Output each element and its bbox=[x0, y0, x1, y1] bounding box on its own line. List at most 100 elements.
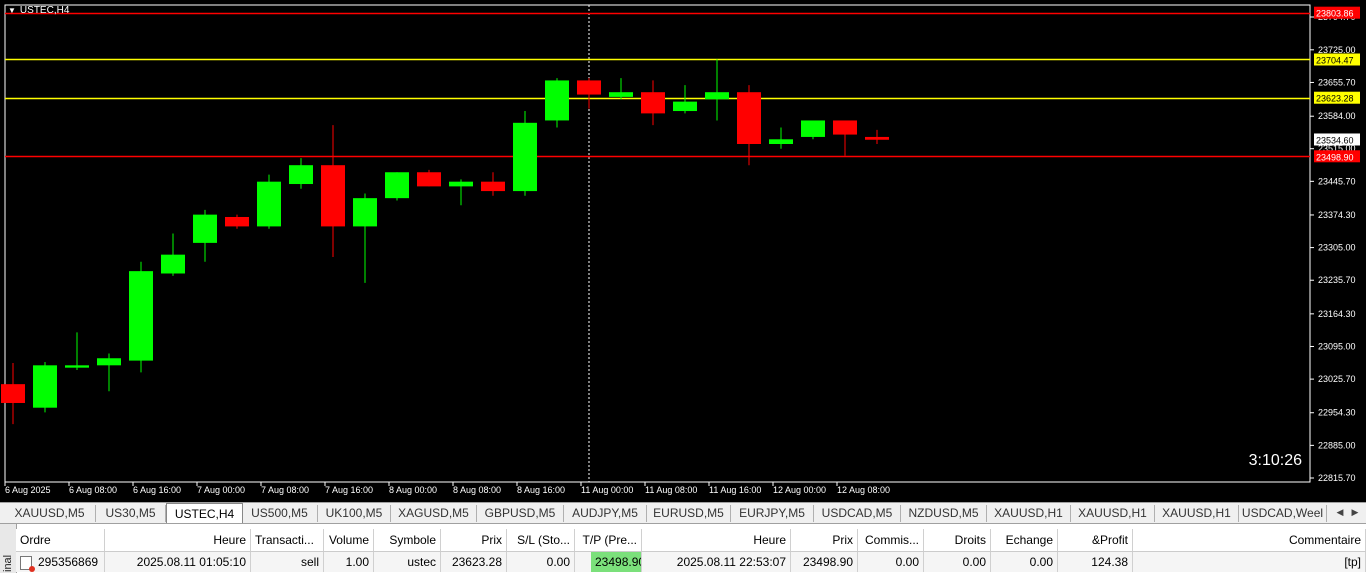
cell-profit: 124.38 bbox=[1058, 552, 1133, 572]
cell-commentaire: [tp] bbox=[1133, 552, 1366, 572]
cell-ordre: 295356869 bbox=[16, 552, 105, 572]
terminal-header-row: Ordre Heure Transacti... Volume Symbole … bbox=[16, 529, 1366, 552]
candle-body bbox=[289, 165, 313, 185]
candle-body bbox=[673, 101, 697, 112]
col-header-prix[interactable]: Prix bbox=[441, 529, 507, 551]
candle-body bbox=[257, 181, 281, 227]
tab-scroll-right-icon[interactable]: ▶ bbox=[1350, 507, 1360, 519]
candle-body bbox=[1, 384, 25, 403]
time-tick-label: 12 Aug 00:00 bbox=[773, 485, 826, 495]
price-level-label: 23534.60 bbox=[1316, 135, 1354, 145]
col-header-transaction[interactable]: Transacti... bbox=[251, 529, 324, 551]
candle-body bbox=[97, 358, 121, 366]
candle-body bbox=[577, 80, 601, 95]
chart-tab-13[interactable]: XAUUSD,H1 bbox=[1071, 505, 1155, 522]
cell-heure-close: 2025.08.11 22:53:07 bbox=[642, 552, 791, 572]
cell-droits: 0.00 bbox=[924, 552, 991, 572]
candle-body bbox=[129, 271, 153, 361]
col-header-commission[interactable]: Commis... bbox=[858, 529, 924, 551]
candle-body bbox=[225, 216, 249, 227]
col-header-symbole[interactable]: Symbole bbox=[374, 529, 441, 551]
time-tick-label: 12 Aug 08:00 bbox=[837, 485, 890, 495]
price-tick-label: 23655.70 bbox=[1318, 77, 1356, 87]
time-tick-label: 8 Aug 08:00 bbox=[453, 485, 501, 495]
sell-order-icon bbox=[20, 556, 35, 572]
chart-menu-triangle-icon[interactable]: ▼ bbox=[8, 6, 16, 15]
price-level-label: 23623.28 bbox=[1316, 94, 1354, 104]
candle-body bbox=[833, 120, 857, 135]
candle-body bbox=[545, 80, 569, 121]
candlestick-chart[interactable]: 23794.7023725.0023655.7023584.0023515.00… bbox=[0, 0, 1366, 502]
chart-tab-14[interactable]: XAUUSD,H1 bbox=[1155, 505, 1239, 522]
candle-body bbox=[65, 365, 89, 368]
cell-ordre-value: 295356869 bbox=[38, 555, 99, 569]
price-level-label: 23803.86 bbox=[1316, 9, 1354, 19]
candle-body bbox=[353, 198, 377, 227]
candle-body bbox=[161, 254, 185, 274]
chart-tab-0[interactable]: XAUUSD,M5 bbox=[4, 505, 96, 522]
chart-tab-4[interactable]: UK100,M5 bbox=[318, 505, 391, 522]
cell-sl: 0.00 bbox=[507, 552, 575, 572]
col-header-heure-close[interactable]: Heure bbox=[642, 529, 791, 551]
col-header-ordre[interactable]: Ordre bbox=[16, 529, 105, 551]
price-tick-label: 23445.70 bbox=[1318, 176, 1356, 186]
terminal-panel: inal Ordre Heure Transacti... Volume Sym… bbox=[0, 523, 1366, 573]
col-header-profit[interactable]: &Profit bbox=[1058, 529, 1133, 551]
price-tick-label: 22815.70 bbox=[1318, 473, 1356, 483]
candle-body bbox=[33, 365, 57, 408]
chart-tab-1[interactable]: US30,M5 bbox=[96, 505, 166, 522]
chart-window[interactable]: 23794.7023725.0023655.7023584.0023515.00… bbox=[0, 0, 1366, 502]
candle-body bbox=[513, 122, 537, 192]
price-tick-label: 23025.70 bbox=[1318, 374, 1356, 384]
col-header-commentaire[interactable]: Commentaire bbox=[1133, 529, 1366, 551]
candle-body bbox=[641, 92, 665, 114]
chart-tab-8[interactable]: EURUSD,M5 bbox=[647, 505, 731, 522]
time-tick-label: 11 Aug 00:00 bbox=[581, 485, 633, 495]
chart-tab-6[interactable]: GBPUSD,M5 bbox=[477, 505, 564, 522]
col-header-heure[interactable]: Heure bbox=[105, 529, 251, 551]
col-header-volume[interactable]: Volume bbox=[324, 529, 374, 551]
price-tick-label: 22954.30 bbox=[1318, 408, 1356, 418]
cell-echange: 0.00 bbox=[991, 552, 1058, 572]
time-tick-label: 8 Aug 00:00 bbox=[389, 485, 437, 495]
price-tick-label: 23305.00 bbox=[1318, 243, 1356, 253]
col-header-droits[interactable]: Droits bbox=[924, 529, 991, 551]
chart-tab-2[interactable]: USTEC,H4 bbox=[166, 503, 243, 524]
candle-body bbox=[321, 165, 345, 227]
candle-body bbox=[737, 92, 761, 144]
cell-transaction: sell bbox=[251, 552, 324, 572]
chart-tab-10[interactable]: USDCAD,M5 bbox=[814, 505, 901, 522]
bar-countdown-timer: 3:10:26 bbox=[1248, 452, 1302, 469]
tab-scroll-left-icon[interactable]: ◀ bbox=[1335, 507, 1345, 519]
price-tick-label: 22885.00 bbox=[1318, 440, 1356, 450]
price-level-label: 23704.47 bbox=[1316, 55, 1354, 65]
chart-tab-9[interactable]: EURJPY,M5 bbox=[731, 505, 814, 522]
chart-tab-15[interactable]: USDCAD,Weel bbox=[1239, 505, 1327, 522]
col-header-prix-close[interactable]: Prix bbox=[791, 529, 858, 551]
table-row[interactable]: 295356869 2025.08.11 01:05:10 sell 1.00 … bbox=[16, 552, 1366, 572]
chart-tab-3[interactable]: US500,M5 bbox=[242, 505, 318, 522]
chart-tab-bar: XAUUSD,M5 US30,M5 USTEC,H4 US500,M5 UK100,M5… bbox=[0, 502, 1366, 524]
price-level-label: 23498.90 bbox=[1316, 152, 1354, 162]
candle-body bbox=[385, 172, 409, 199]
candle-body bbox=[449, 181, 473, 187]
candle-body bbox=[193, 214, 217, 243]
chart-tab-11[interactable]: NZDUSD,M5 bbox=[901, 505, 987, 522]
time-tick-label: 8 Aug 16:00 bbox=[517, 485, 565, 495]
col-header-sl[interactable]: S/L (Sto... bbox=[507, 529, 575, 551]
terminal-side-text: inal bbox=[2, 554, 14, 572]
chart-tab-12[interactable]: XAUUSD,H1 bbox=[987, 505, 1071, 522]
cell-volume: 1.00 bbox=[324, 552, 374, 572]
chart-tab-7[interactable]: AUDJPY,M5 bbox=[564, 505, 647, 522]
time-tick-label: 6 Aug 2025 bbox=[5, 485, 51, 495]
candle-body bbox=[769, 139, 793, 144]
col-header-echange[interactable]: Echange bbox=[991, 529, 1058, 551]
cell-heure: 2025.08.11 01:05:10 bbox=[105, 552, 251, 572]
col-header-tp[interactable]: T/P (Pre... bbox=[575, 529, 642, 551]
time-tick-label: 11 Aug 16:00 bbox=[709, 485, 761, 495]
cell-prix: 23623.28 bbox=[441, 552, 507, 572]
chart-tab-5[interactable]: XAGUSD,M5 bbox=[391, 505, 477, 522]
chart-symbol-text: USTEC,H4 bbox=[19, 5, 70, 16]
candle-body bbox=[481, 181, 505, 192]
price-tick-label: 23235.70 bbox=[1318, 275, 1356, 285]
